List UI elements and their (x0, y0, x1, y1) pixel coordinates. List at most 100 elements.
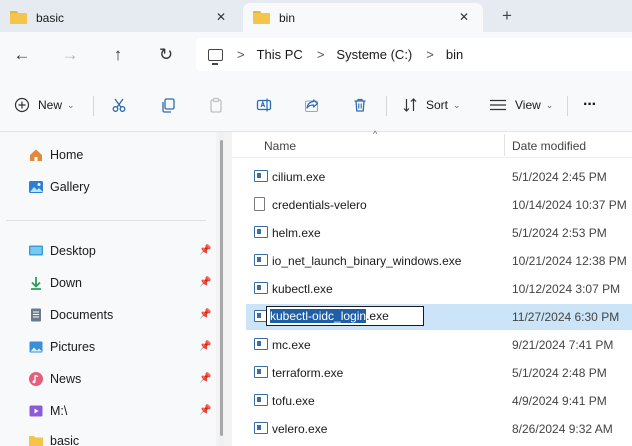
column-resize-handle[interactable] (504, 134, 505, 156)
sidebar-scrollbar[interactable] (219, 132, 224, 446)
file-name: tofu.exe (272, 394, 315, 408)
chevron-right-icon: > (426, 47, 434, 62)
plus-circle-icon (14, 97, 30, 113)
chevron-right-icon: > (237, 47, 245, 62)
file-row[interactable]: io_net_launch_binary_windows.exe 10/21/2… (246, 248, 632, 274)
pictures-icon (28, 339, 44, 355)
paste-button[interactable] (208, 92, 224, 118)
share-icon (305, 99, 319, 112)
column-header-name[interactable]: Name (264, 139, 296, 153)
pin-icon: 📌 (199, 341, 212, 352)
copy-button[interactable] (160, 92, 176, 118)
breadcrumb-bin[interactable]: bin (446, 47, 463, 62)
delete-button[interactable] (352, 92, 368, 118)
up-button[interactable]: ↑ (106, 43, 130, 67)
copy-icon (162, 98, 175, 113)
video-icon (28, 403, 44, 419)
new-tab-button[interactable]: + (496, 5, 518, 27)
exe-file-icon (254, 170, 268, 182)
rename-input[interactable]: kubectl-oidc_login .exe (266, 306, 424, 326)
scrollbar-thumb[interactable] (220, 140, 223, 436)
file-row[interactable]: helm.exe 5/1/2024 2:53 PM (246, 220, 632, 246)
pin-icon: 📌 (199, 277, 212, 288)
computer-icon (208, 48, 223, 65)
chevron-down-icon: ⌄ (453, 99, 461, 110)
sidebar-item-label: basic (50, 434, 80, 446)
gallery-icon (28, 179, 44, 195)
file-name: mc.exe (272, 338, 311, 352)
documents-icon (28, 307, 44, 323)
breadcrumb-systeme[interactable]: Systeme (C:) (336, 47, 412, 62)
file-date: 5/1/2024 2:48 PM (512, 366, 607, 380)
tab-basic[interactable]: basic ✕ (0, 3, 240, 32)
sort-icon (403, 98, 417, 112)
file-row[interactable]: cilium.exe 5/1/2024 2:45 PM (246, 164, 632, 190)
file-row[interactable]: terraform.exe 5/1/2024 2:48 PM (246, 360, 632, 386)
share-button[interactable] (304, 92, 320, 118)
home-icon (28, 147, 44, 163)
divider (93, 96, 94, 116)
refresh-button[interactable]: ↻ (154, 43, 178, 67)
exe-file-icon (254, 282, 268, 294)
view-label: View (515, 98, 541, 112)
file-row[interactable]: velero.exe 8/26/2024 9:32 AM (246, 416, 632, 442)
cut-button[interactable] (111, 92, 127, 118)
sidebar-item-basic[interactable]: basic (28, 430, 79, 446)
file-row[interactable]: mc.exe 9/21/2024 7:41 PM (246, 332, 632, 358)
forward-button[interactable]: → (58, 43, 82, 67)
scissors-icon (112, 98, 126, 112)
sort-caret-icon: ^ (373, 129, 378, 139)
trash-icon (354, 98, 366, 112)
new-button[interactable]: New ⌄ (14, 92, 75, 118)
sidebar-item-label: Desktop (50, 244, 96, 258)
sidebar-item-home[interactable]: Home (28, 144, 83, 166)
chevron-down-icon: ⌄ (67, 99, 75, 110)
back-button[interactable]: ← (10, 43, 34, 67)
file-name: velero.exe (272, 422, 328, 436)
file-row[interactable]: tofu.exe 4/9/2024 9:41 PM (246, 388, 632, 414)
file-row[interactable]: kubectl.exe 10/12/2024 3:07 PM (246, 276, 632, 302)
rename-button[interactable] (256, 92, 272, 118)
pin-icon: 📌 (199, 405, 212, 416)
sidebar-item-desktop[interactable]: Desktop (28, 240, 96, 262)
sort-label: Sort (426, 98, 449, 112)
sidebar-item-down[interactable]: Down (28, 272, 82, 294)
tab-label: bin (279, 10, 296, 25)
exe-file-icon (254, 226, 268, 238)
chevron-right-icon: > (316, 47, 325, 62)
address-bar[interactable]: > This PC > Systeme (C:) > bin (196, 38, 632, 71)
divider (386, 96, 387, 116)
chevron-down-icon: ⌄ (545, 99, 554, 110)
rename-selected-text: kubectl-oidc_login (270, 309, 367, 323)
file-row[interactable]: credentials-velero 10/14/2024 10:37 PM (246, 192, 632, 218)
rename-extension: .exe (366, 309, 389, 323)
close-tab-button[interactable]: ✕ (212, 8, 230, 26)
tab-bin[interactable]: bin ✕ (243, 3, 483, 32)
music-icon (28, 371, 44, 387)
file-name: helm.exe (272, 226, 321, 240)
sidebar-item-gallery[interactable]: Gallery (28, 176, 90, 198)
file-name: credentials-velero (272, 198, 367, 212)
tab-label: basic (36, 10, 65, 25)
column-header-date-modified[interactable]: Date modified (512, 139, 586, 153)
file-name: kubectl.exe (272, 282, 333, 296)
sidebar-item-label: M:\ (50, 404, 68, 418)
more-options-button[interactable]: ··· (583, 92, 597, 118)
view-button[interactable]: View ⌄ (489, 92, 553, 118)
sidebar-item-m-drive[interactable]: M:\ (28, 400, 67, 422)
sidebar-item-news[interactable]: News (28, 368, 81, 390)
paste-icon (210, 97, 222, 113)
sort-button[interactable]: Sort ⌄ (402, 92, 461, 118)
file-name: cilium.exe (272, 170, 326, 184)
close-tab-button[interactable]: ✕ (455, 8, 473, 26)
sidebar-item-pictures[interactable]: Pictures (28, 336, 95, 358)
file-row-selected[interactable]: kubectl-oidc_login .exe 11/27/2024 6:30 P… (246, 304, 632, 330)
sidebar-item-documents[interactable]: Documents (28, 304, 113, 326)
tab-bar: basic ✕ bin ✕ + (0, 0, 632, 32)
sidebar-item-label: Home (50, 148, 84, 162)
breadcrumb-this-pc[interactable]: This PC (257, 47, 303, 62)
navigation-bar: ← → ↑ ↻ > This PC > Systeme (C:) > bin (0, 32, 632, 78)
exe-file-icon (254, 254, 268, 266)
file-date: 8/26/2024 9:32 AM (512, 422, 613, 436)
sidebar-item-label: News (50, 372, 82, 386)
